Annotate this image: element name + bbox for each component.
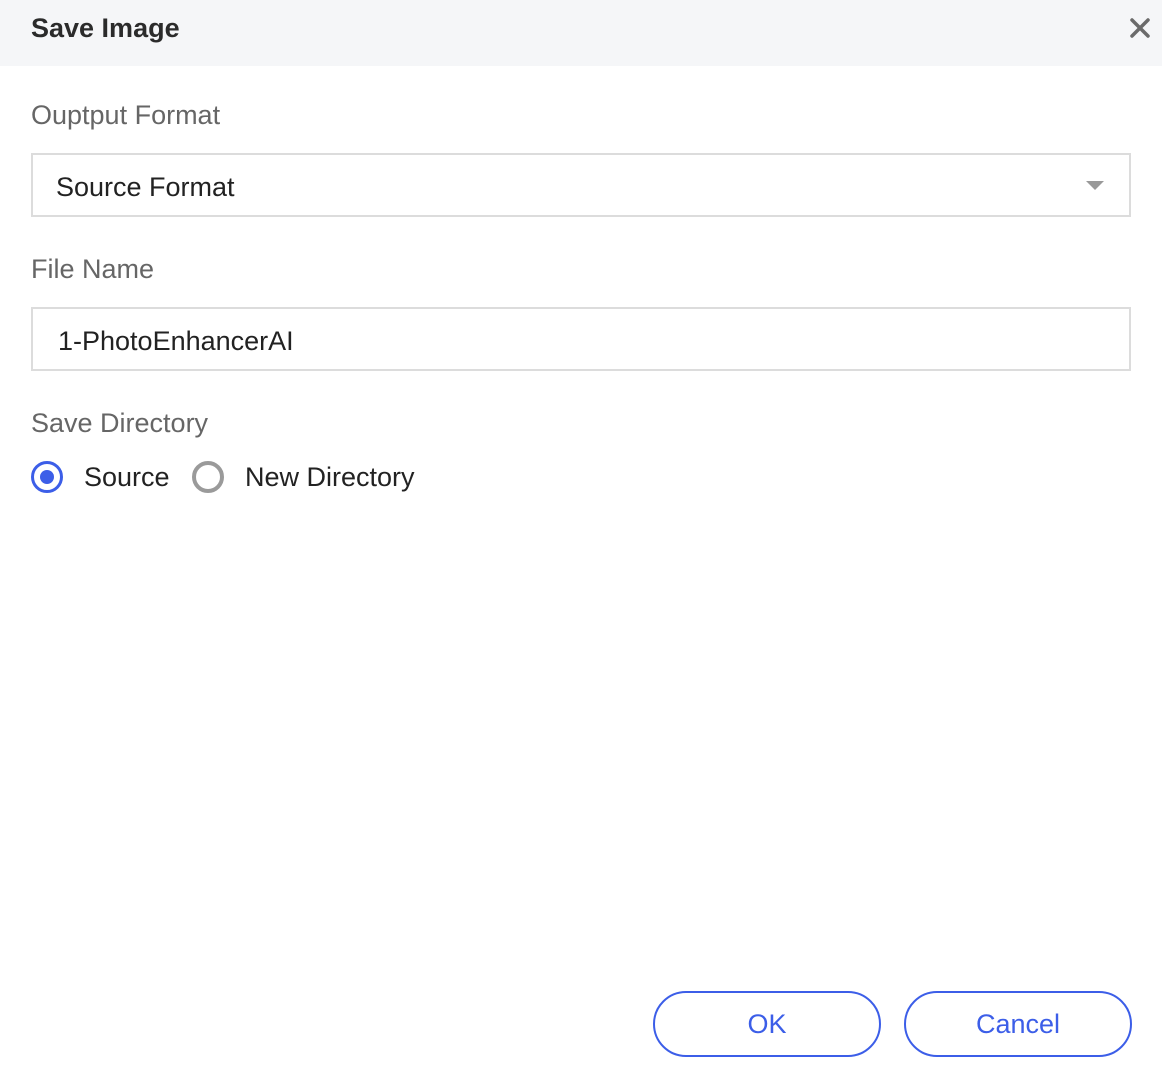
dialog-titlebar: Save Image: [0, 0, 1162, 66]
close-button[interactable]: [1124, 12, 1156, 44]
file-name-label: File Name: [31, 254, 155, 284]
dialog-title: Save Image: [31, 13, 180, 43]
close-icon: [1130, 18, 1150, 38]
output-format-select[interactable]: Source Format: [31, 153, 1131, 217]
save-directory-label: Save Directory: [31, 408, 209, 438]
output-format-label: Ouptput Format: [31, 100, 221, 130]
output-format-value: Source Format: [56, 172, 235, 202]
ok-button[interactable]: OK: [653, 991, 881, 1057]
save-image-dialog: Save Image Ouptput Format Source Format …: [0, 0, 1162, 1065]
cancel-button[interactable]: Cancel: [904, 991, 1132, 1057]
radio-new-directory[interactable]: [192, 461, 224, 493]
radio-source[interactable]: [31, 461, 63, 493]
radio-new-directory-label[interactable]: New Directory: [245, 461, 415, 493]
file-name-input[interactable]: 1-PhotoEnhancerAI: [31, 307, 1131, 371]
radio-source-label[interactable]: Source: [84, 461, 170, 493]
file-name-value: 1-PhotoEnhancerAI: [58, 326, 294, 356]
chevron-down-icon: [1086, 181, 1104, 190]
